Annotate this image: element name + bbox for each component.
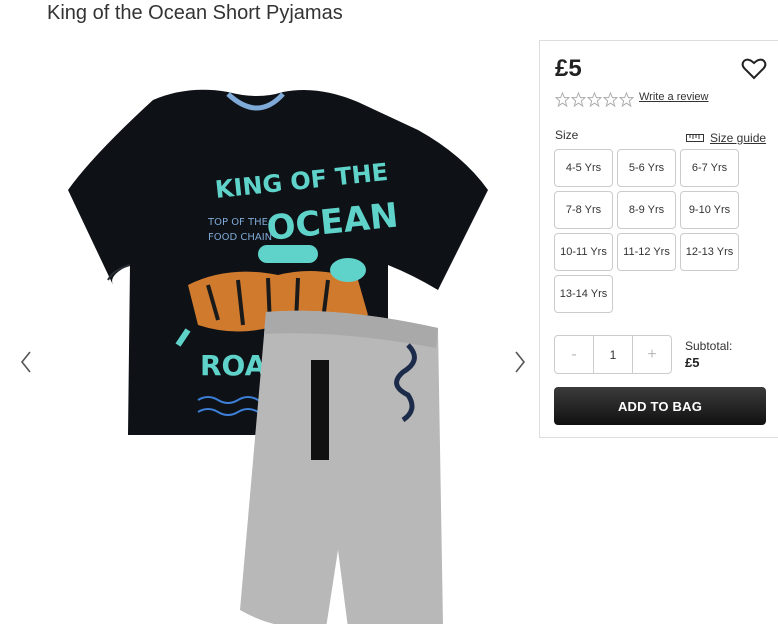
size-option[interactable]: 7-8 Yrs bbox=[554, 191, 613, 229]
size-option[interactable]: 13-14 Yrs bbox=[554, 275, 613, 313]
svg-text:FOOD CHAIN: FOOD CHAIN bbox=[208, 232, 272, 243]
rating-stars bbox=[555, 92, 634, 107]
size-option[interactable]: 12-13 Yrs bbox=[680, 233, 739, 271]
size-options: 4-5 Yrs 5-6 Yrs 6-7 Yrs 7-8 Yrs 8-9 Yrs … bbox=[554, 149, 740, 313]
shorts-image bbox=[240, 310, 443, 624]
product-image-gallery: KING OF THE OCEAN ROARSOME TOP OF THE FO… bbox=[0, 35, 538, 624]
quantity-value[interactable]: 1 bbox=[593, 336, 633, 373]
quantity-stepper: - 1 + bbox=[554, 335, 672, 374]
size-option[interactable]: 8-9 Yrs bbox=[617, 191, 676, 229]
size-option[interactable]: 11-12 Yrs bbox=[617, 233, 676, 271]
star-icon bbox=[587, 92, 602, 107]
chevron-right-icon bbox=[515, 351, 526, 373]
svg-text:TOP OF THE: TOP OF THE bbox=[207, 217, 268, 228]
subtotal-value: £5 bbox=[685, 355, 700, 370]
star-icon bbox=[555, 92, 570, 107]
size-label: Size bbox=[555, 128, 579, 142]
gallery-prev-button[interactable] bbox=[14, 347, 38, 377]
size-guide-link[interactable]: Size guide bbox=[686, 131, 766, 145]
product-price: £5 bbox=[555, 55, 582, 82]
size-option[interactable]: 5-6 Yrs bbox=[617, 149, 676, 187]
quantity-increase-button[interactable]: + bbox=[633, 336, 671, 373]
star-icon bbox=[619, 92, 634, 107]
product-purchase-panel: £5 Write a review Size Size guide 4-5 Yr… bbox=[539, 40, 778, 438]
star-icon bbox=[571, 92, 586, 107]
heart-icon[interactable] bbox=[741, 57, 767, 81]
add-to-bag-button[interactable]: ADD TO BAG bbox=[554, 387, 766, 425]
chevron-left-icon bbox=[20, 351, 31, 373]
star-icon bbox=[603, 92, 618, 107]
size-guide-label: Size guide bbox=[710, 131, 767, 145]
quantity-decrease-button[interactable]: - bbox=[555, 336, 593, 373]
subtotal-label: Subtotal: bbox=[685, 339, 733, 353]
product-title: King of the Ocean Short Pyjamas bbox=[47, 2, 343, 24]
ruler-icon bbox=[686, 134, 704, 142]
size-option[interactable]: 9-10 Yrs bbox=[680, 191, 739, 229]
gallery-next-button[interactable] bbox=[508, 347, 532, 377]
size-option[interactable]: 10-11 Yrs bbox=[554, 233, 613, 271]
write-review-link[interactable]: Write a review bbox=[639, 91, 708, 103]
size-option[interactable]: 4-5 Yrs bbox=[554, 149, 613, 187]
size-option[interactable]: 6-7 Yrs bbox=[680, 149, 739, 187]
